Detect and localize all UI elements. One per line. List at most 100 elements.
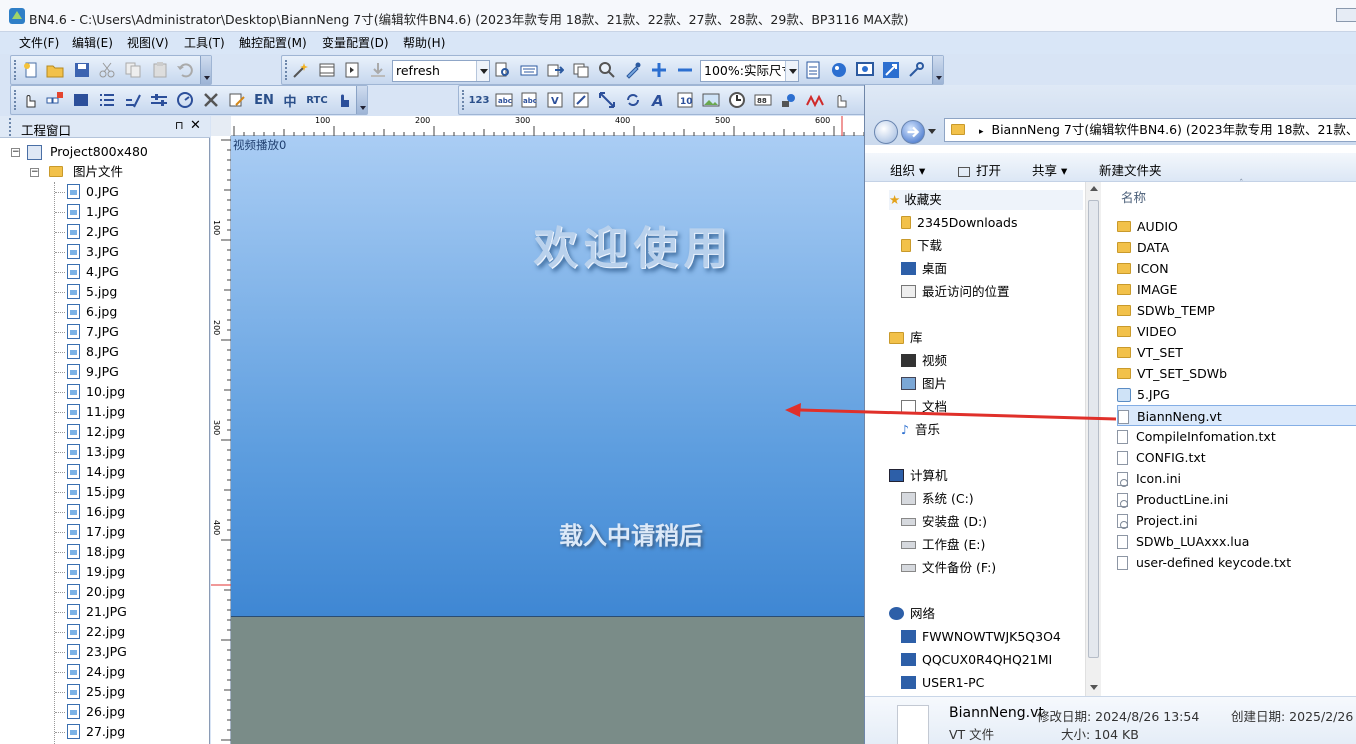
tree-file-item[interactable]: 2.JPG: [55, 222, 119, 242]
new-file-icon[interactable]: [21, 60, 41, 80]
minimize-button[interactable]: [1336, 8, 1356, 22]
keyboard-icon[interactable]: [519, 60, 539, 80]
menu-variable-config[interactable]: 变量配置(D): [322, 34, 389, 52]
zoom-icon[interactable]: [597, 60, 617, 80]
nav-item-downloads-2345[interactable]: 2345Downloads: [901, 213, 1017, 233]
file-list-item[interactable]: SDWb_LUAxxx.lua: [1117, 531, 1356, 552]
tree-root[interactable]: − Project800x480: [11, 142, 148, 162]
palette-icon[interactable]: [829, 60, 849, 80]
video-widget-label[interactable]: 视频播放0: [233, 137, 286, 153]
menu-help[interactable]: 帮助(H): [403, 34, 445, 52]
nav-favorites[interactable]: ★ 收藏夹: [889, 190, 1083, 210]
nav-item-drive-e[interactable]: 工作盘 (E:): [901, 535, 985, 555]
rtc-button[interactable]: RTC: [304, 90, 330, 110]
tree-folder[interactable]: − 图片文件: [30, 162, 123, 182]
file-list-item[interactable]: BiannNeng.vt: [1117, 405, 1356, 426]
organize-button[interactable]: 组织 ▾: [890, 160, 925, 179]
numeric-field-icon[interactable]: 10: [675, 90, 695, 110]
nav-item-drive-c[interactable]: 系统 (C:): [901, 489, 974, 509]
network-devices-icon[interactable]: [779, 90, 799, 110]
tree-file-item[interactable]: 21.JPG: [55, 602, 127, 622]
column-header-name[interactable]: 名称: [1121, 187, 1146, 206]
toolbar-grip[interactable]: [285, 60, 288, 80]
curve-chart-icon[interactable]: [805, 90, 825, 110]
nav-item-pictures[interactable]: 图片: [901, 374, 947, 394]
breadcrumb-chevron-icon[interactable]: ▸: [979, 127, 984, 137]
save-icon[interactable]: [72, 60, 92, 80]
address-bar[interactable]: ▸ BiannNeng 7寸(编辑软件BN4.6) (2023年款专用 18款、…: [944, 118, 1356, 142]
settings-tools-icon[interactable]: [906, 60, 926, 80]
font-icon[interactable]: A: [649, 90, 669, 110]
tree-file-item[interactable]: 20.jpg: [55, 582, 125, 602]
chinese-text-button[interactable]: 中: [280, 90, 300, 110]
text-box-icon[interactable]: abc: [494, 90, 514, 110]
file-list-item[interactable]: 5.JPG: [1117, 384, 1356, 405]
rectangle-icon[interactable]: [71, 90, 91, 110]
tree-file-item[interactable]: 12.jpg: [55, 422, 125, 442]
tree-file-item[interactable]: 13.jpg: [55, 442, 125, 462]
collapse-toggle-icon[interactable]: −: [30, 168, 39, 177]
tree-file-item[interactable]: 10.jpg: [55, 382, 125, 402]
tree-file-item[interactable]: 11.jpg: [55, 402, 125, 422]
expand-icon[interactable]: [597, 90, 617, 110]
scrollbar-thumb[interactable]: [1088, 200, 1099, 658]
nav-item-desktop[interactable]: 桌面: [901, 259, 947, 279]
zoom-level-combo[interactable]: 100%:实际尺寸: [700, 60, 799, 82]
file-list-item[interactable]: ICON: [1117, 258, 1356, 279]
tree-file-item[interactable]: 27.jpg: [55, 722, 125, 742]
toolbar-grip[interactable]: [462, 90, 465, 110]
forward-button[interactable]: [901, 120, 925, 144]
chevron-down-icon[interactable]: [476, 61, 489, 81]
history-dropdown-icon[interactable]: [928, 129, 936, 134]
tree-file-item[interactable]: 6.jpg: [55, 302, 117, 322]
film-icon[interactable]: [317, 60, 337, 80]
toolbar-overflow-button[interactable]: [356, 86, 367, 114]
edit-form-icon[interactable]: [227, 90, 247, 110]
fullscreen-icon[interactable]: [881, 60, 901, 80]
window-icon[interactable]: [571, 60, 591, 80]
tree-file-item[interactable]: 26.jpg: [55, 702, 125, 722]
clock-icon[interactable]: [727, 90, 747, 110]
nav-item-drive-d[interactable]: 安装盘 (D:): [901, 512, 987, 532]
download-icon[interactable]: [368, 60, 388, 80]
zoom-in-icon[interactable]: [649, 60, 669, 80]
rotate-icon[interactable]: [623, 90, 643, 110]
resize-icon[interactable]: [571, 90, 591, 110]
file-list-item[interactable]: AUDIO: [1117, 216, 1356, 237]
menu-touch-config[interactable]: 触控配置(M): [239, 34, 307, 52]
toolbar-grip[interactable]: [14, 60, 17, 80]
nav-computer[interactable]: 计算机: [889, 466, 948, 486]
tree-file-item[interactable]: 1.JPG: [55, 202, 119, 222]
tree-file-item[interactable]: 7.JPG: [55, 322, 119, 342]
file-list-item[interactable]: Project.ini: [1117, 510, 1356, 531]
zoom-out-icon[interactable]: [675, 60, 695, 80]
panel-grip[interactable]: [9, 118, 12, 136]
nav-item-recent[interactable]: 最近访问的位置: [901, 282, 1010, 302]
tree-file-item[interactable]: 0.JPG: [55, 182, 119, 202]
nav-item-documents[interactable]: 文档: [901, 397, 947, 417]
pin-icon[interactable]: ⊓: [175, 119, 184, 132]
file-list-item[interactable]: ProductLine.ini: [1117, 489, 1356, 510]
refresh-combo[interactable]: refresh: [392, 60, 490, 82]
page-forward-icon[interactable]: [342, 60, 362, 80]
nav-item-music[interactable]: ♪ 音乐: [901, 420, 940, 440]
scroll-down-icon[interactable]: [1090, 685, 1098, 690]
tree-file-item[interactable]: 17.jpg: [55, 522, 125, 542]
tree-file-item[interactable]: 24.jpg: [55, 662, 125, 682]
tree-file-item[interactable]: 19.jpg: [55, 562, 125, 582]
copy-icon[interactable]: [123, 60, 143, 80]
scroll-up-icon[interactable]: [1090, 186, 1098, 191]
file-list-item[interactable]: user-defined keycode.txt: [1117, 552, 1356, 573]
tree-file-item[interactable]: 9.JPG: [55, 362, 119, 382]
nav-libraries[interactable]: 库: [889, 328, 923, 348]
share-button[interactable]: 共享 ▾: [1032, 160, 1067, 179]
list-icon[interactable]: [97, 90, 117, 110]
tree-file-item[interactable]: 3.JPG: [55, 242, 119, 262]
toolbar-overflow-button[interactable]: [932, 56, 943, 84]
variable-icon[interactable]: V: [545, 90, 565, 110]
tree-file-item[interactable]: 25.jpg: [55, 682, 125, 702]
touch-hand-icon[interactable]: [334, 90, 354, 110]
text-input-icon[interactable]: abc: [519, 90, 539, 110]
menu-view[interactable]: 视图(V): [127, 34, 169, 52]
tree-file-item[interactable]: 23.JPG: [55, 642, 127, 662]
